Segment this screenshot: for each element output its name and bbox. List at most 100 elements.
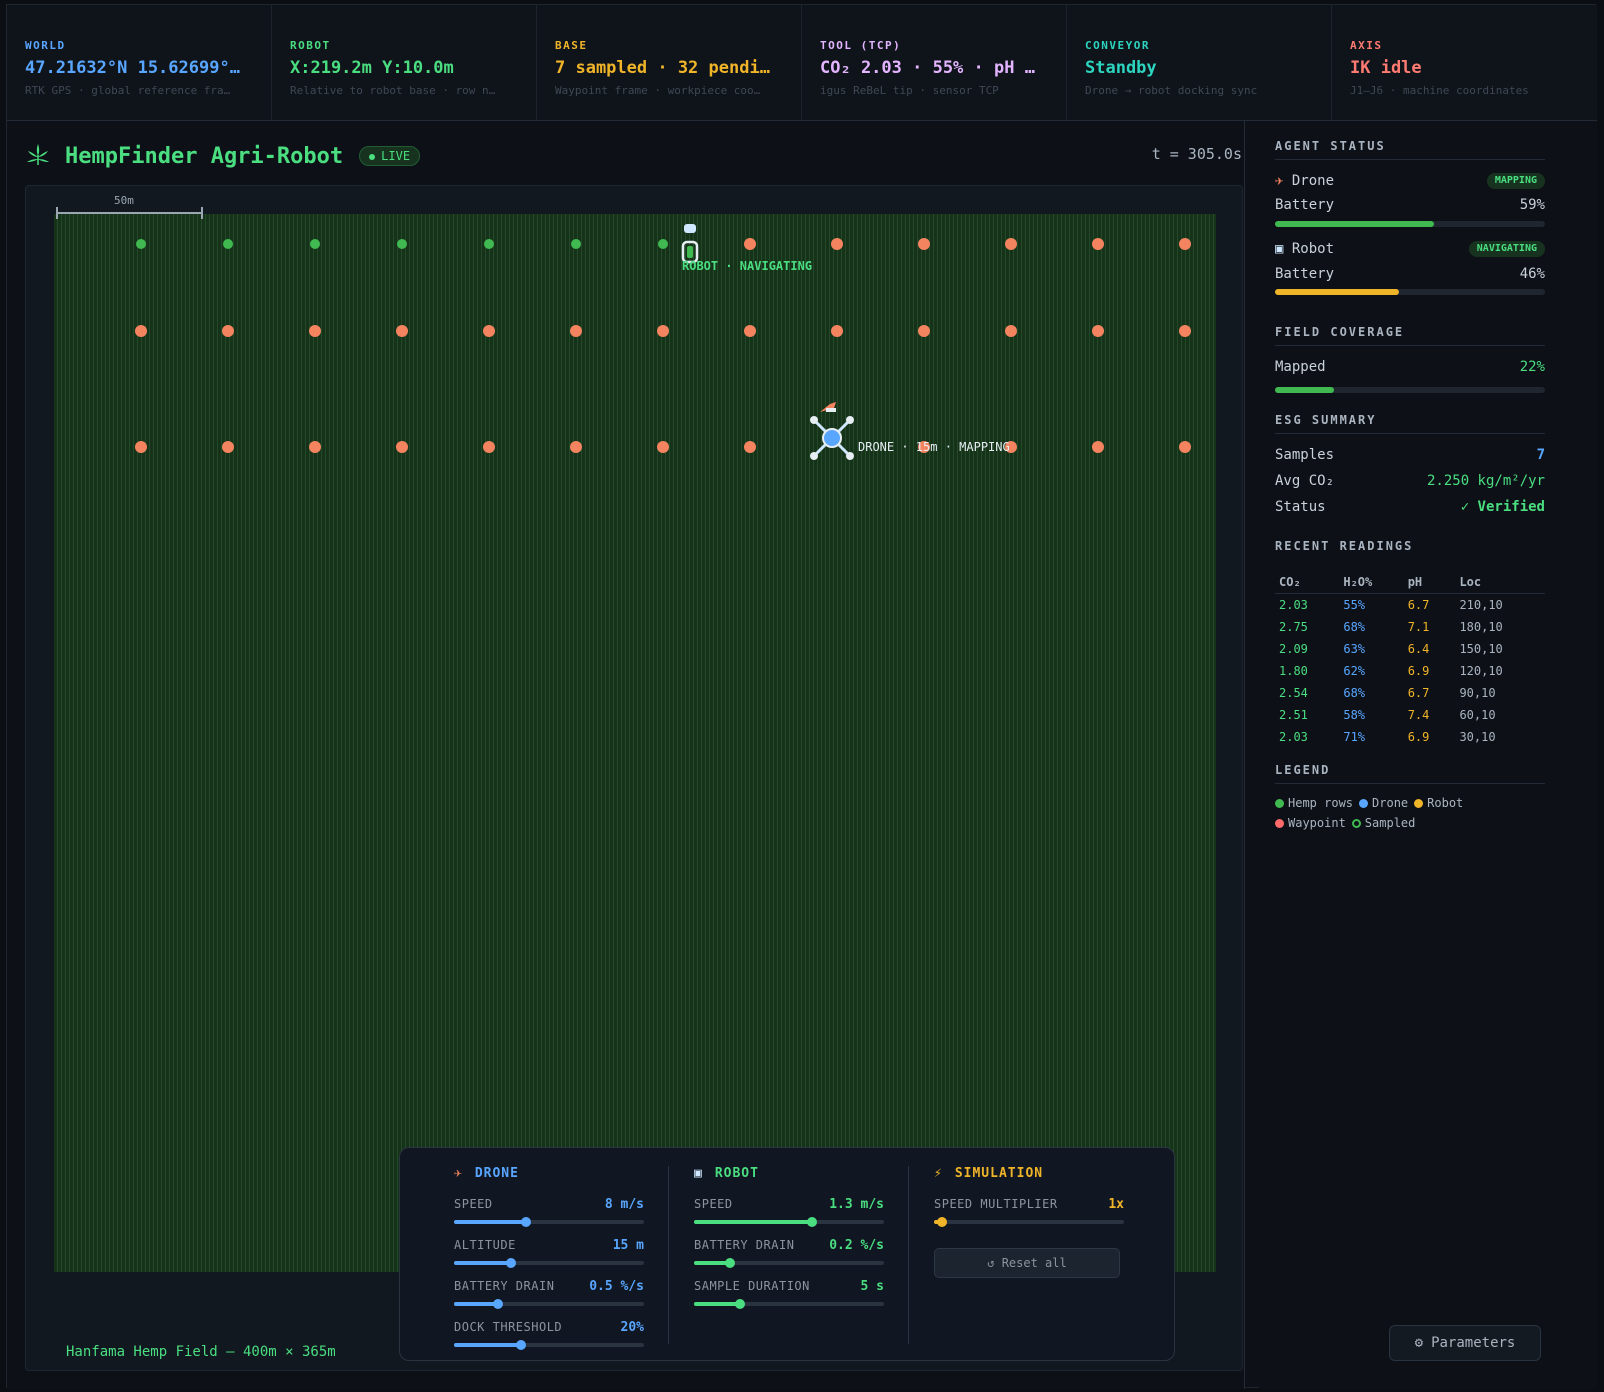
waypoint-marker[interactable]: [135, 441, 147, 453]
waypoint-marker[interactable]: [396, 441, 408, 453]
legend: Hemp rows Drone Robot Waypoint Sampled: [1275, 793, 1545, 833]
slider-knob[interactable]: [492, 1299, 503, 1309]
reading-cell: 2.51: [1279, 708, 1308, 722]
drone-controls-header: ✈ DRONE: [454, 1166, 644, 1181]
title-row: HempFinder Agri-Robot LIVE: [25, 143, 421, 169]
waypoint-marker[interactable]: [222, 325, 234, 337]
slider-label: BATTERY DRAIN: [454, 1279, 555, 1293]
tb-value: Standby: [1085, 58, 1157, 78]
col-co2: CO₂: [1275, 571, 1340, 594]
parameters-button[interactable]: ⚙ Parameters: [1389, 1325, 1541, 1361]
legend-label: Sampled: [1364, 816, 1416, 830]
live-badge: LIVE: [359, 146, 421, 166]
waypoint-marker[interactable]: [657, 325, 669, 337]
waypoint-marker[interactable]: [1092, 325, 1104, 337]
col-h2o: H₂O%: [1339, 571, 1404, 594]
waypoint-marker[interactable]: [570, 441, 582, 453]
slider-header: ALTITUDE 15 m: [454, 1238, 644, 1253]
robot-name: Robot: [1291, 241, 1335, 257]
scale-bar: [56, 212, 202, 214]
waypoint-marker[interactable]: [657, 441, 669, 453]
mapped-value: 22%: [1519, 359, 1545, 375]
slider-track[interactable]: [454, 1299, 644, 1309]
slider-knob[interactable]: [506, 1258, 516, 1268]
sampled-marker[interactable]: [571, 239, 581, 249]
drone-battery-bar: [1275, 221, 1545, 227]
reading-cell: 150,10: [1459, 642, 1503, 656]
waypoint-marker[interactable]: [744, 325, 756, 337]
legend-label: Hemp rows: [1288, 796, 1354, 810]
sampled-marker[interactable]: [658, 239, 668, 249]
col-ph: pH: [1403, 571, 1456, 594]
slider-knob[interactable]: [515, 1340, 526, 1350]
legend-swatch: [1359, 799, 1369, 808]
sampled-marker[interactable]: [136, 239, 146, 249]
reading-cell: 2.54: [1279, 686, 1308, 700]
drone-controls-title: DRONE: [474, 1166, 519, 1181]
waypoint-marker[interactable]: [918, 325, 930, 337]
slider-track[interactable]: [694, 1299, 884, 1309]
tb-tool: TOOL (TCP) CO₂ 2.03 · 55% · pH … igus Re…: [802, 5, 1067, 121]
tb-label: TOOL (TCP): [820, 39, 902, 52]
waypoint-marker[interactable]: [483, 325, 495, 337]
avg-co2-value: 2.250 kg/m²/yr: [1426, 473, 1545, 489]
waypoint-marker[interactable]: [309, 441, 321, 453]
reading-cell: 30,10: [1459, 730, 1496, 744]
slider-track[interactable]: [694, 1217, 884, 1227]
slider-track[interactable]: [454, 1258, 644, 1268]
legend-item: Hemp rows: [1275, 796, 1353, 810]
drone-battery-label: Battery: [1275, 197, 1335, 213]
waypoint-marker[interactable]: [1092, 441, 1104, 453]
reading-cell: 68%: [1343, 686, 1366, 700]
reading-cell: 68%: [1343, 620, 1366, 634]
slider-track[interactable]: [454, 1217, 644, 1227]
waypoint-marker[interactable]: [396, 325, 408, 337]
sampled-marker[interactable]: [484, 239, 494, 249]
tb-base: BASE 7 sampled · 32 pendi… Waypoint fram…: [537, 5, 802, 121]
waypoint-marker[interactable]: [1005, 238, 1017, 250]
waypoint-marker[interactable]: [1005, 325, 1017, 337]
slider-track[interactable]: [454, 1340, 644, 1350]
hemp-field[interactable]: [54, 214, 1216, 1272]
robot-controls: ▣ ROBOT SPEED 1.3 m/s BATTERY DRAIN 0.2 %/s…: [694, 1166, 884, 1320]
reading-cell: 6.4: [1407, 642, 1430, 656]
sampled-marker[interactable]: [397, 239, 407, 249]
reading-row: 2.51 58% 7.4 60,10: [1275, 704, 1545, 726]
waypoint-marker[interactable]: [483, 441, 495, 453]
slider-value: 20%: [620, 1320, 644, 1335]
waypoint-marker[interactable]: [1092, 238, 1104, 250]
waypoint-marker[interactable]: [744, 441, 756, 453]
waypoint-marker[interactable]: [831, 325, 843, 337]
slider-track[interactable]: [694, 1258, 884, 1268]
slider-knob[interactable]: [521, 1217, 532, 1227]
reset-all-button[interactable]: ↺ Reset all: [934, 1248, 1120, 1278]
slider-knob[interactable]: [936, 1217, 947, 1227]
legend-item: Drone: [1359, 796, 1408, 810]
waypoint-marker[interactable]: [1179, 325, 1191, 337]
waypoint-marker[interactable]: [918, 238, 930, 250]
waypoint-marker[interactable]: [309, 325, 321, 337]
waypoint-marker[interactable]: [135, 325, 147, 337]
slider-label: SAMPLE DURATION: [694, 1279, 810, 1293]
slider-knob[interactable]: [806, 1217, 817, 1227]
slider-knob[interactable]: [725, 1258, 736, 1268]
waypoint-marker[interactable]: [744, 238, 756, 250]
waypoint-marker[interactable]: [1179, 238, 1191, 250]
tb-conveyor: CONVEYOR Standby Drone → robot docking s…: [1067, 5, 1332, 121]
slider-fill: [694, 1220, 812, 1224]
sampled-marker[interactable]: [223, 239, 233, 249]
drone-icon[interactable]: [804, 396, 860, 468]
sampled-marker[interactable]: [310, 239, 320, 249]
waypoint-marker[interactable]: [222, 441, 234, 453]
slider-value: 15 m: [612, 1238, 644, 1253]
robot-slider-list: SPEED 1.3 m/s BATTERY DRAIN 0.2 %/s SAMPLE D…: [694, 1197, 884, 1309]
waypoint-marker[interactable]: [1179, 441, 1191, 453]
robot-status-badge: NAVIGATING: [1468, 241, 1545, 257]
waypoint-marker[interactable]: [570, 325, 582, 337]
slider-knob[interactable]: [734, 1299, 745, 1309]
waypoint-marker[interactable]: [831, 238, 843, 250]
divider: [1275, 345, 1545, 346]
slider-header: SPEED 1.3 m/s: [694, 1197, 884, 1212]
avg-co2-row: Avg CO₂ 2.250 kg/m²/yr: [1275, 473, 1545, 489]
slider-track[interactable]: [934, 1217, 1124, 1227]
